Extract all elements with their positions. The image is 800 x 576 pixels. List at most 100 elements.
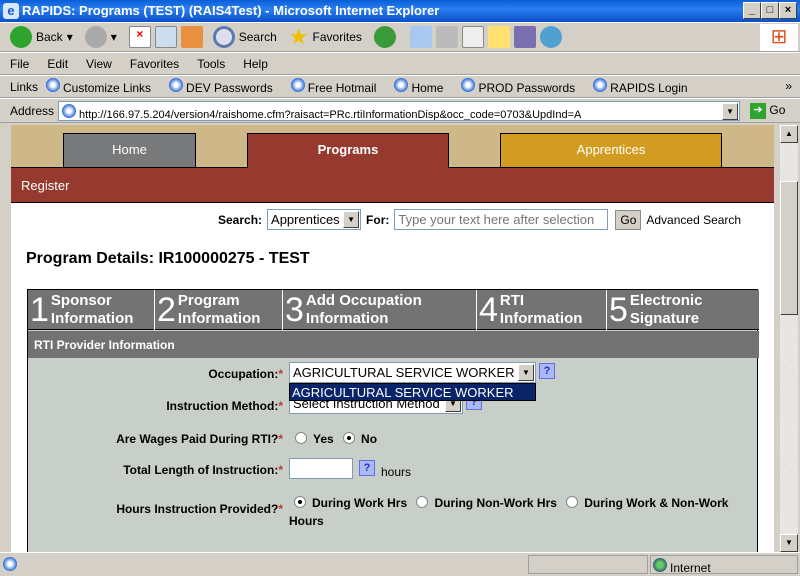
- go-arrow-icon: ➔: [750, 102, 767, 119]
- occupation-dropdown-option[interactable]: AGRICULTURAL SERVICE WORKER: [289, 383, 536, 401]
- menu-edit[interactable]: Edit: [47, 57, 68, 71]
- subnav-register[interactable]: Register: [21, 178, 69, 193]
- step-5[interactable]: 5 Electronic Signature: [607, 290, 759, 330]
- search-label: Search:: [218, 212, 263, 227]
- radio-label: During Non-Work Hrs: [434, 496, 557, 510]
- step-number: 1: [30, 291, 49, 329]
- advanced-search-link[interactable]: Advanced Search: [646, 213, 741, 227]
- step-bar: 1 Sponsor Information 2 Program Information …: [28, 290, 759, 330]
- non-work-hrs-radio[interactable]: [416, 496, 429, 508]
- search-label: Search: [238, 30, 277, 44]
- search-button[interactable]: Search: [212, 26, 277, 48]
- step-3[interactable]: 3 Add Occupation Information: [283, 290, 477, 330]
- address-bar[interactable]: http://166.97.5.204/version4/raishome.cf…: [58, 100, 741, 121]
- wages-yes-radio[interactable]: [295, 432, 307, 444]
- mail-icon[interactable]: [409, 26, 432, 48]
- step-label: Information: [177, 310, 261, 327]
- menu-tools[interactable]: Tools: [197, 57, 225, 71]
- link-dev-passwords[interactable]: DEV Passwords: [169, 78, 273, 95]
- step-label: Information: [50, 310, 134, 327]
- occupation-select[interactable]: AGRICULTURAL SERVICE WORKER ▼: [289, 362, 536, 383]
- help-icon[interactable]: ?: [539, 363, 555, 379]
- menu-help[interactable]: Help: [243, 57, 268, 71]
- search-go-button[interactable]: Go: [615, 209, 642, 230]
- stop-icon[interactable]: ×: [128, 26, 151, 48]
- forward-button[interactable]: ▾: [84, 26, 117, 48]
- page-title: Program Details: IR100000275 - TEST: [26, 250, 310, 267]
- step-number: 4: [479, 291, 498, 329]
- search-input[interactable]: [394, 209, 609, 230]
- work-and-non-work-radio[interactable]: [566, 496, 579, 508]
- instruction-method-label: Instruction Method:*: [166, 399, 283, 413]
- link-hotmail[interactable]: Free Hotmail: [290, 78, 376, 95]
- links-label: Links: [10, 79, 39, 94]
- windows-logo-icon: ⊞: [760, 24, 798, 51]
- scroll-down-arrow[interactable]: ▼: [780, 534, 798, 552]
- link-label: Customize Links: [63, 81, 152, 95]
- radio-label: Yes: [313, 432, 334, 446]
- forward-arrow-icon: [84, 26, 107, 48]
- link-label: PROD Passwords: [478, 81, 576, 95]
- step-number: 2: [157, 291, 176, 329]
- step-2[interactable]: 2 Program Information: [155, 290, 283, 330]
- ie-page-icon: [3, 557, 17, 571]
- note-icon[interactable]: [487, 26, 510, 48]
- tab-apprentices[interactable]: Apprentices: [500, 133, 722, 167]
- link-home[interactable]: Home: [394, 78, 443, 95]
- step-label: Electronic: [629, 292, 703, 309]
- address-dropdown[interactable]: ▼: [722, 102, 739, 120]
- help-icon[interactable]: ?: [359, 460, 375, 476]
- back-button[interactable]: Back ▾: [10, 26, 73, 48]
- step-number: 3: [285, 291, 304, 329]
- work-hrs-radio[interactable]: [294, 496, 306, 508]
- step-label: Program: [177, 292, 240, 309]
- research-icon[interactable]: [513, 26, 536, 48]
- link-label: DEV Passwords: [186, 81, 273, 95]
- messenger-icon[interactable]: [539, 26, 562, 48]
- search-scope-select[interactable]: Apprentices ▼: [267, 209, 362, 230]
- maximize-button[interactable]: □: [761, 2, 779, 19]
- length-label: Total Length of Instruction:*: [123, 463, 283, 477]
- link-label: Home: [411, 81, 444, 95]
- history-icon[interactable]: [373, 26, 396, 48]
- close-button[interactable]: ×: [779, 2, 797, 19]
- home-icon[interactable]: [180, 26, 203, 48]
- wages-no-radio[interactable]: [343, 432, 356, 444]
- ie-icon: e: [3, 3, 19, 19]
- favorites-button[interactable]: ★ Favorites: [289, 24, 362, 50]
- step-1[interactable]: 1 Sponsor Information: [28, 290, 155, 330]
- step-number: 5: [609, 291, 628, 329]
- hours-provided-label: Hours Instruction Provided?*: [116, 502, 283, 516]
- ie-page-icon: [461, 78, 476, 92]
- ie-page-icon: [593, 78, 608, 92]
- links-more[interactable]: »: [785, 79, 792, 93]
- star-icon: ★: [288, 24, 309, 49]
- scrollbar-thumb[interactable]: [780, 181, 798, 315]
- tab-home[interactable]: Home: [63, 133, 196, 167]
- radio-label: No: [361, 432, 378, 446]
- minimize-button[interactable]: _: [743, 2, 761, 19]
- tab-programs[interactable]: Programs: [247, 133, 449, 168]
- menu-view[interactable]: View: [86, 57, 112, 71]
- step-label: RTI: [499, 292, 525, 309]
- ie-page-icon: [394, 78, 409, 92]
- link-prod-passwords[interactable]: PROD Passwords: [461, 78, 575, 95]
- page-content: Home Programs Apprentices Register Searc…: [11, 125, 774, 552]
- step-4[interactable]: 4 RTI Information: [477, 290, 607, 330]
- section-header: RTI Provider Information: [28, 331, 759, 358]
- edit-icon[interactable]: [461, 26, 484, 48]
- go-button[interactable]: ➔ Go: [750, 102, 785, 119]
- step-label: Sponsor: [50, 292, 112, 309]
- back-label: Back: [36, 30, 63, 44]
- menu-file[interactable]: File: [10, 57, 29, 71]
- menu-favorites[interactable]: Favorites: [130, 57, 179, 71]
- link-rapids-login[interactable]: RAPIDS Login: [593, 78, 688, 95]
- refresh-icon[interactable]: [154, 26, 177, 48]
- vertical-scrollbar[interactable]: ▲ ▼: [780, 125, 798, 552]
- link-customize[interactable]: Customize Links: [46, 78, 151, 95]
- radio-label: During Work Hrs: [312, 496, 408, 510]
- length-input[interactable]: [289, 458, 353, 479]
- link-label: RAPIDS Login: [610, 81, 688, 95]
- print-icon[interactable]: [435, 26, 458, 48]
- scroll-up-arrow[interactable]: ▲: [780, 125, 798, 143]
